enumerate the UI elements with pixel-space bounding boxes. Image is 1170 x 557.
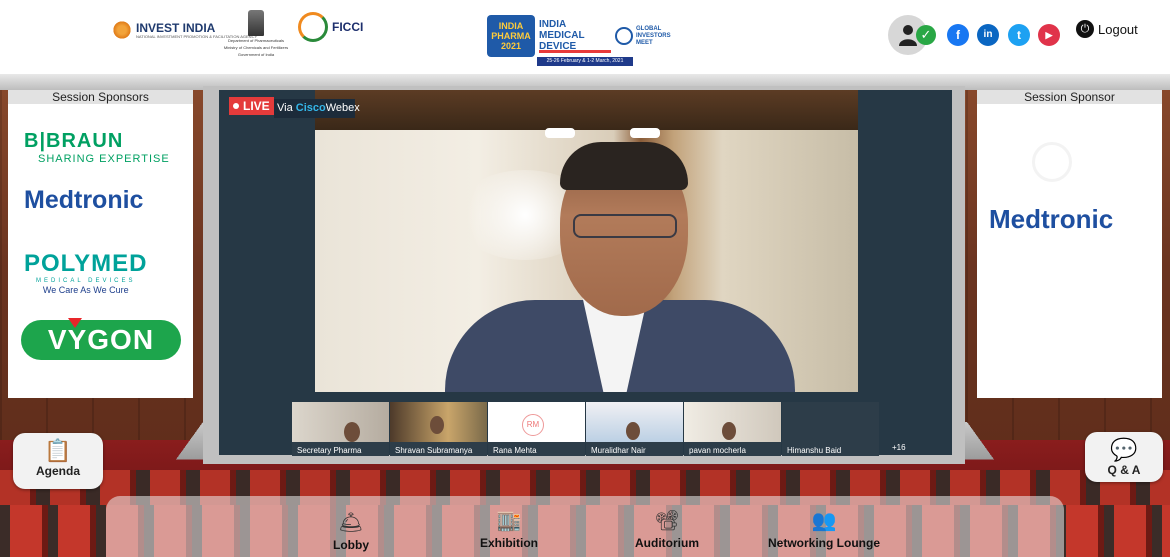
globe-icon	[615, 27, 633, 45]
ficci-logo: FICCI	[298, 12, 363, 42]
auditorium-screen-icon: 📽	[654, 510, 680, 532]
logout-label: Logout	[1098, 21, 1138, 37]
participant-tile[interactable]: Secretary Pharma	[292, 402, 389, 456]
dop-line-2: Ministry of Chemicals and Fertilizers	[223, 45, 289, 50]
session-sponsor-panel-right: Session Sponsor Medtronic	[977, 90, 1162, 398]
speaker-glasses	[573, 214, 677, 238]
nav-exhibition-label: Exhibition	[480, 536, 538, 550]
polymed-tagline: We Care As We Cure	[42, 285, 129, 295]
participant-name: Secretary Pharma	[297, 446, 362, 455]
nav-auditorium-label: Auditorium	[635, 536, 699, 550]
dop-line-1: Department of Pharmaceuticals	[227, 38, 285, 43]
bbraun-tagline: SHARING EXPERTISE	[38, 153, 170, 165]
national-emblem-icon	[248, 10, 264, 36]
participant-name: Muralidhar Nair	[591, 446, 646, 455]
nav-exhibition[interactable]: 🏬 Exhibition	[476, 506, 542, 550]
medtronic-mark-icon	[1032, 142, 1072, 182]
participant-video	[292, 402, 389, 442]
participant-tile[interactable]: Muralidhar Nair	[586, 402, 683, 456]
session-sponsors-title: Session Sponsors	[8, 90, 193, 104]
networking-people-icon: 👥	[811, 510, 837, 532]
polymed-logo[interactable]: POLYMED MEDICAL DEVICES We Care As We Cu…	[24, 250, 147, 295]
participant-video	[782, 402, 879, 442]
ceiling-light	[545, 128, 575, 138]
qa-label: Q & A	[1107, 463, 1141, 477]
global-investors-label: GLOBAL INVESTORS MEET	[636, 25, 671, 46]
participant-strip: Secretary Pharma Shravan Subramanya RM R…	[292, 402, 882, 456]
nav-networking-lounge[interactable]: 👥 Networking Lounge	[765, 506, 883, 550]
participant-video: RM	[488, 402, 585, 442]
polymed-name: POLYMED	[24, 250, 148, 277]
participant-video	[684, 402, 781, 442]
session-sponsors-panel-left: Session Sponsors B|BRAUN SHARING EXPERTI…	[8, 90, 193, 398]
participant-name: pavan mocherla	[689, 446, 746, 455]
medtronic-logo-left[interactable]: Medtronic	[24, 186, 143, 215]
ficci-ring-icon	[298, 12, 328, 42]
lobby-desk-icon: 🛎	[338, 512, 364, 534]
participant-name: Himanshu Baid	[787, 446, 842, 455]
india-pharma-logo: INDIA PHARMA 2021	[487, 15, 535, 57]
question-chat-icon: 💬	[1110, 437, 1138, 462]
agenda-label: Agenda	[35, 464, 80, 478]
user-icon	[899, 25, 917, 46]
india-medical-device-logo: INDIA MEDICAL DEVICE	[539, 19, 611, 53]
logout-button[interactable]: ⏻ Logout	[1076, 20, 1138, 38]
participant-tile[interactable]: RM Rana Mehta	[488, 402, 585, 456]
session-sponsor-title: Session Sponsor	[977, 90, 1162, 104]
clipboard-icon: 📋	[44, 438, 72, 463]
via-webex-badge: Via CiscoWebex	[274, 99, 360, 118]
youtube-icon[interactable]: ▶	[1038, 24, 1060, 46]
nav-lobby[interactable]: 🛎 Lobby	[320, 508, 382, 552]
event-logo: INDIA PHARMA 2021 INDIA MEDICAL DEVICE G…	[487, 15, 674, 66]
nav-lobby-label: Lobby	[333, 538, 369, 552]
participant-video	[586, 402, 683, 442]
qa-button[interactable]: 💬 Q & A	[1085, 432, 1163, 482]
vygon-triangle-icon	[68, 318, 82, 328]
ficci-label: FICCI	[332, 20, 364, 34]
speaker-hair	[560, 142, 688, 190]
participant-face	[722, 422, 736, 440]
exhibition-booth-icon: 🏬	[496, 510, 522, 532]
via-suffix: Webex	[325, 102, 360, 114]
bottom-navigation	[106, 496, 1064, 557]
medtronic-logo-right[interactable]: Medtronic	[989, 204, 1113, 235]
twitter-icon[interactable]: t	[1008, 24, 1030, 46]
participant-tile[interactable]: pavan mocherla	[684, 402, 781, 456]
nav-networking-label: Networking Lounge	[768, 536, 880, 550]
power-icon: ⏻	[1076, 20, 1094, 38]
department-pharmaceuticals-logo: Department of Pharmaceuticals Ministry o…	[218, 10, 294, 57]
ceiling-light	[630, 128, 660, 138]
linkedin-icon[interactable]: in	[977, 24, 999, 46]
participant-name: Rana Mehta	[493, 446, 537, 455]
via-brand: Cisco	[295, 102, 326, 114]
user-avatar[interactable]: ✓	[888, 15, 936, 55]
polymed-subtitle: MEDICAL DEVICES	[36, 278, 136, 284]
participant-name: Shravan Subramanya	[395, 446, 473, 455]
bbraun-name: B|BRAUN	[24, 130, 124, 152]
agenda-button[interactable]: 📋 Agenda	[13, 433, 103, 489]
dop-line-3: Government of India	[237, 52, 275, 57]
participant-face	[344, 422, 360, 442]
video-ceiling-beam	[315, 90, 858, 130]
participant-tile[interactable]: Himanshu Baid	[782, 402, 879, 456]
header-bar: INVEST INDIA NATIONAL INVESTMENT PROMOTI…	[0, 0, 1170, 74]
participant-initials-avatar: RM	[522, 414, 544, 436]
online-check-icon: ✓	[916, 25, 936, 45]
more-participants-count[interactable]: +16	[892, 443, 906, 452]
participant-face	[430, 416, 444, 434]
via-prefix: Via	[277, 102, 296, 114]
live-badge: LIVE	[229, 97, 274, 115]
nav-auditorium[interactable]: 📽 Auditorium	[632, 506, 702, 550]
facebook-icon[interactable]: f	[947, 24, 969, 46]
bbraun-logo[interactable]: B|BRAUN SHARING EXPERTISE	[24, 130, 170, 165]
participant-face	[626, 422, 640, 440]
participant-tile[interactable]: Shravan Subramanya	[390, 402, 487, 456]
vygon-logo[interactable]: VYGON	[21, 320, 181, 360]
main-speaker-video[interactable]	[315, 90, 858, 392]
participant-video	[390, 402, 487, 442]
global-investors-meet-logo: GLOBAL INVESTORS MEET	[615, 26, 674, 47]
invest-india-sun-icon	[112, 20, 132, 40]
event-dates: 25-26 February & 1-2 March, 2021	[537, 57, 633, 66]
